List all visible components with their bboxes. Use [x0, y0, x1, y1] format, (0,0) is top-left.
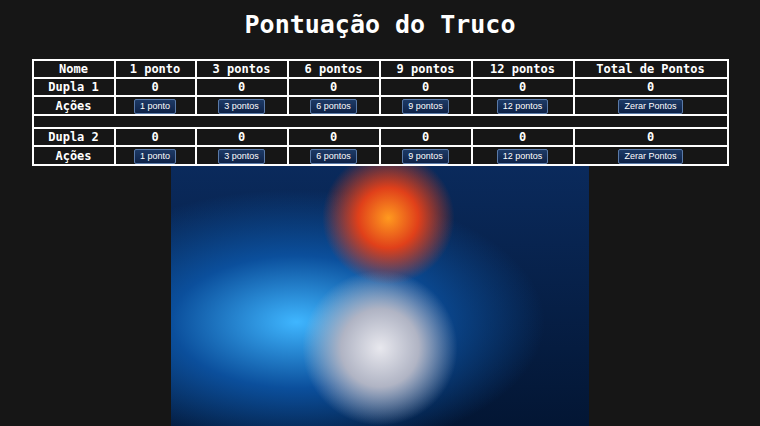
column-header: 1 ponto: [115, 60, 196, 78]
team-name: Dupla 2: [33, 128, 115, 146]
add-points-button[interactable]: 3 pontos: [218, 149, 265, 164]
action-cell: 12 pontos: [472, 146, 574, 165]
score-cell: 0: [196, 128, 288, 146]
reset-button[interactable]: Zerar Pontos: [618, 99, 682, 114]
add-points-button[interactable]: 12 pontos: [497, 149, 549, 164]
truco-image: [171, 166, 589, 426]
add-points-button[interactable]: 1 ponto: [134, 149, 176, 164]
score-cell: 0: [288, 128, 380, 146]
actions-label: Ações: [33, 96, 115, 115]
action-cell: 1 ponto: [115, 96, 196, 115]
action-cell: 3 pontos: [196, 96, 288, 115]
column-header: 3 pontos: [196, 60, 288, 78]
actions-row: Ações 1 ponto 3 pontos 6 pontos 9 pontos 12 p…: [33, 146, 728, 165]
action-cell: Zerar Pontos: [574, 96, 728, 115]
add-points-button[interactable]: 9 pontos: [402, 149, 449, 164]
team-row: Dupla 1000000: [33, 78, 728, 96]
action-cell: 9 pontos: [380, 146, 472, 165]
score-cell: 0: [115, 78, 196, 96]
action-cell: 12 pontos: [472, 96, 574, 115]
score-cell: 0: [115, 128, 196, 146]
total-cell: 0: [574, 128, 728, 146]
score-cell: 0: [380, 128, 472, 146]
add-points-button[interactable]: 3 pontos: [218, 99, 265, 114]
team-row: Dupla 2000000: [33, 128, 728, 146]
score-table: Nome1 ponto3 pontos6 pontos9 pontos12 po…: [32, 59, 729, 166]
team-name: Dupla 1: [33, 78, 115, 96]
page-title: Pontuação do Truco: [245, 8, 516, 46]
column-header: 9 pontos: [380, 60, 472, 78]
action-cell: 3 pontos: [196, 146, 288, 165]
reset-button[interactable]: Zerar Pontos: [618, 149, 682, 164]
score-cell: 0: [288, 78, 380, 96]
score-cell: 0: [472, 128, 574, 146]
column-header: 6 pontos: [288, 60, 380, 78]
page: Pontuação do TrucoNome1 ponto3 pontos6 p…: [0, 0, 760, 426]
action-cell: 6 pontos: [288, 146, 380, 165]
add-points-button[interactable]: 9 pontos: [402, 99, 449, 114]
actions-label: Ações: [33, 146, 115, 165]
add-points-button[interactable]: 6 pontos: [310, 149, 357, 164]
score-cell: 0: [380, 78, 472, 96]
actions-row: Ações 1 ponto 3 pontos 6 pontos 9 pontos 12 p…: [33, 96, 728, 115]
add-points-button[interactable]: 12 pontos: [497, 99, 549, 114]
total-cell: 0: [574, 78, 728, 96]
action-cell: 1 ponto: [115, 146, 196, 165]
action-cell: 9 pontos: [380, 96, 472, 115]
add-points-button[interactable]: 1 ponto: [134, 99, 176, 114]
column-header: Nome: [33, 60, 115, 78]
column-header: Total de Pontos: [574, 60, 728, 78]
score-cell: 0: [196, 78, 288, 96]
score-cell: 0: [472, 78, 574, 96]
add-points-button[interactable]: 6 pontos: [310, 99, 357, 114]
action-cell: Zerar Pontos: [574, 146, 728, 165]
spacer-row: [33, 115, 728, 128]
header-row: Nome1 ponto3 pontos6 pontos9 pontos12 po…: [33, 60, 728, 78]
column-header: 12 pontos: [472, 60, 574, 78]
action-cell: 6 pontos: [288, 96, 380, 115]
